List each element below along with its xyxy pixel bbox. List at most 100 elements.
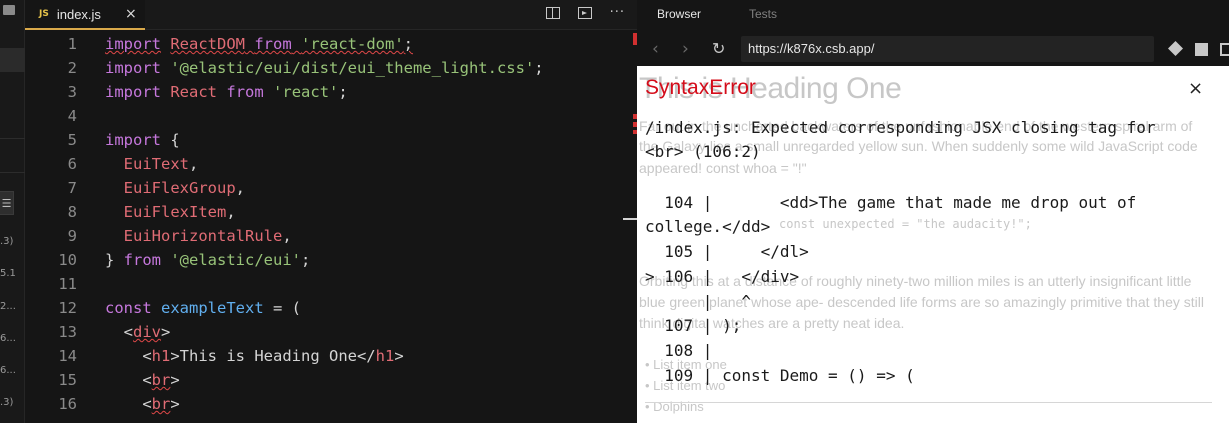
tab-browser[interactable]: Browser: [657, 7, 701, 21]
code-token: br: [151, 395, 171, 413]
code-token: import: [105, 59, 161, 77]
menu-lines-glyph: ☰: [1, 196, 12, 210]
code-line[interactable]: 5 import {: [25, 128, 637, 152]
code-token: div: [133, 323, 161, 341]
code-token: import: [105, 35, 161, 53]
window-icon[interactable]: [1220, 43, 1229, 56]
tab-tests[interactable]: Tests: [749, 7, 777, 21]
folder-icon[interactable]: [3, 5, 15, 15]
forward-icon[interactable]: ›: [682, 39, 689, 59]
code-token: <: [105, 323, 133, 341]
code-line[interactable]: 4: [25, 104, 637, 128]
preview-code: const unexpected = "the audacity!";: [779, 217, 1032, 231]
code-token: from: [254, 35, 292, 53]
dependency-version: 6...: [0, 333, 16, 344]
code-token: >: [170, 371, 180, 389]
code-token: from: [226, 83, 264, 101]
line-number: 10: [58, 251, 77, 269]
reload-icon[interactable]: ↻: [712, 39, 725, 58]
copy-icon[interactable]: [1195, 43, 1208, 56]
code-line[interactable]: 14 <h1>This is Heading One</h1>: [25, 344, 637, 368]
sidebar-selected-item[interactable]: [0, 48, 25, 72]
line-number: 12: [58, 299, 77, 317]
dependency-version: .3): [0, 397, 14, 408]
error-message: <br> (106:2): [645, 142, 761, 161]
code-token: ,: [226, 203, 236, 221]
code-line[interactable]: 3 import React from 'react';: [25, 80, 637, 104]
close-icon[interactable]: ×: [1188, 78, 1203, 99]
code-editor[interactable]: 1 import ReactDOM from 'react-dom'; 2 impor…: [25, 30, 637, 423]
code-token: >This is Heading One</: [170, 347, 376, 365]
error-divider: [645, 402, 1212, 403]
code-line[interactable]: 11: [25, 272, 637, 296]
line-number: 6: [67, 155, 77, 173]
code-token: from: [123, 251, 161, 269]
url-input[interactable]: https://k876x.csb.app/: [741, 36, 1154, 62]
dependency-version: 6...: [0, 365, 16, 376]
line-number: 5: [67, 131, 77, 149]
code-text: const exampleText = (: [105, 296, 301, 320]
error-code-line: 108 |: [645, 341, 713, 360]
code-line[interactable]: 6 EuiText,: [25, 152, 637, 176]
code-line[interactable]: 13 <div>: [25, 320, 637, 344]
code-text: import ReactDOM from 'react-dom';: [105, 32, 413, 56]
code-text: import {: [105, 128, 180, 152]
error-caret-line: | ^: [645, 292, 751, 311]
code-text: <h1>This is Heading One</h1>: [105, 344, 404, 368]
code-token: 'react-dom': [301, 35, 404, 53]
code-token: '@elastic/eui': [170, 251, 301, 269]
line-number: 16: [58, 395, 77, 413]
code-token: import: [105, 83, 161, 101]
sidebar-divider: [0, 172, 25, 173]
open-preview-icon[interactable]: [577, 7, 592, 19]
error-code-line: > 106 | </div>: [645, 267, 800, 286]
code-text: EuiText,: [105, 152, 199, 176]
code-token: br: [151, 371, 171, 389]
sandbox-icon[interactable]: [1168, 41, 1183, 56]
dependency-version: .3): [0, 236, 14, 247]
close-icon[interactable]: ×: [125, 6, 137, 22]
more-icon[interactable]: ···: [610, 6, 625, 19]
dependency-version: 5.1: [0, 268, 16, 279]
code-token: >: [394, 347, 404, 365]
code-token: = (: [263, 299, 301, 317]
code-token: ;: [403, 35, 414, 53]
code-line[interactable]: 9 EuiHorizontalRule,: [25, 224, 637, 248]
code-token: EuiFlexItem: [123, 203, 227, 221]
error-code-line: 109 | const Demo = () => (: [645, 366, 915, 385]
code-line[interactable]: 15 <br>: [25, 368, 637, 392]
code-token: {: [161, 131, 180, 149]
code-line[interactable]: 8 EuiFlexItem,: [25, 200, 637, 224]
browser-navigation: ‹ › ↻ https://k876x.csb.app/: [637, 34, 1229, 65]
code-token: >: [170, 395, 180, 413]
code-line[interactable]: 2 import '@elastic/eui/dist/eui_theme_lig…: [25, 56, 637, 80]
dependency-version: 2...: [0, 301, 16, 312]
code-line[interactable]: 16 <br>: [25, 392, 637, 416]
code-line[interactable]: 12 const exampleText = (: [25, 296, 637, 320]
code-token: ,: [282, 227, 292, 245]
back-icon[interactable]: ‹: [652, 39, 659, 59]
browser-panel: Browser Tests ‹ › ↻ https://k876x.csb.ap…: [637, 0, 1229, 423]
code-token: ;: [301, 251, 311, 269]
line-number: 1: [67, 35, 77, 53]
code-token: EuiFlexGroup: [123, 179, 236, 197]
menu-lines-icon[interactable]: ☰: [0, 191, 14, 215]
line-number: 4: [67, 107, 77, 125]
code-line[interactable]: 7 EuiFlexGroup,: [25, 176, 637, 200]
split-view-icon[interactable]: [545, 7, 560, 19]
code-token: <: [105, 347, 152, 365]
code-line[interactable]: 10 } from '@elastic/eui';: [25, 248, 637, 272]
code-token: EuiHorizontalRule: [123, 227, 283, 245]
code-line[interactable]: 1 import ReactDOM from 'react-dom';: [25, 32, 637, 56]
tab-index-js[interactable]: JS index.js ×: [25, 0, 145, 30]
tab-filename: index.js: [56, 6, 101, 22]
code-text: } from '@elastic/eui';: [105, 248, 310, 272]
